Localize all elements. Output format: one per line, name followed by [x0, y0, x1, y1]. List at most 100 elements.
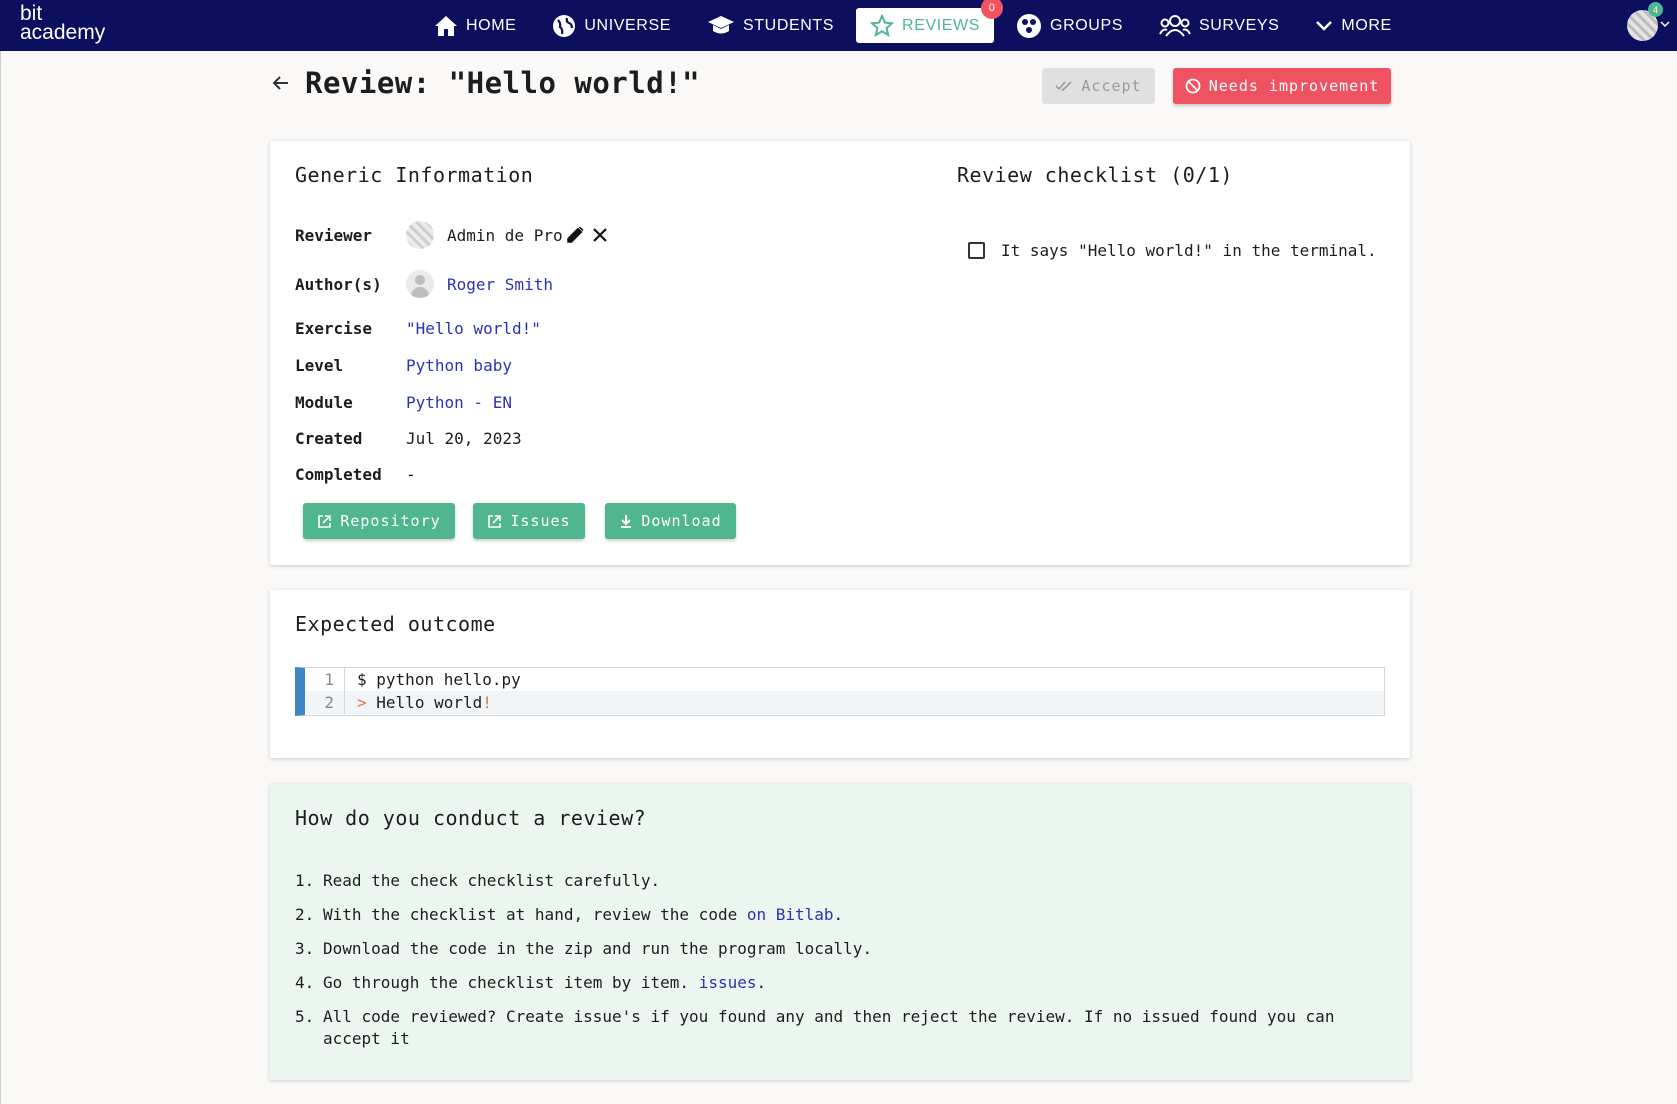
user-menu-chevron-icon[interactable]	[1660, 20, 1670, 28]
repository-button-label: Repository	[340, 512, 441, 530]
review-checklist-heading: Review checklist (0/1)	[957, 163, 1233, 187]
reviewer-row: Reviewer Admin de Pro	[295, 221, 609, 249]
groups-icon	[1017, 13, 1042, 38]
level-link[interactable]: Python baby	[406, 356, 512, 375]
step-number: 5.	[295, 1007, 315, 1026]
completed-row: Completed -	[295, 465, 416, 484]
checklist-item-label: It says "Hello world!" in the terminal.	[1001, 241, 1377, 260]
step-text-before: Go through the checklist item by item.	[323, 973, 699, 992]
created-row: Created Jul 20, 2023	[295, 429, 522, 448]
home-icon	[435, 15, 457, 36]
accept-button[interactable]: Accept	[1042, 68, 1155, 104]
nav-item-label: UNIVERSE	[584, 16, 672, 34]
nav-item-label: REVIEWS	[902, 16, 981, 34]
close-icon[interactable]	[591, 226, 609, 244]
step-number: 4.	[295, 973, 315, 992]
double-check-icon	[1055, 81, 1072, 92]
code-prefix: >	[357, 693, 367, 712]
checklist-checkbox[interactable]	[968, 242, 985, 259]
exercise-link[interactable]: "Hello world!"	[406, 319, 541, 338]
nav-item-label: STUDENTS	[743, 16, 835, 34]
how-to-review-heading: How do you conduct a review?	[295, 806, 647, 830]
step-text: Download the code in the zip and run the…	[323, 939, 873, 958]
expected-outcome-card: Expected outcome 1 $ python hello.py 2 >…	[270, 590, 1410, 758]
back-arrow-icon[interactable]	[272, 74, 290, 92]
brand-logo[interactable]: bit academy	[20, 3, 106, 44]
nav-item-reviews[interactable]: REVIEWS 0	[856, 0, 1004, 43]
accept-button-label: Accept	[1081, 77, 1142, 95]
exercise-label: Exercise	[295, 319, 373, 338]
block-icon	[1185, 78, 1201, 94]
step-number: 3.	[295, 939, 315, 958]
reviews-count-badge: 0	[981, 0, 1004, 19]
author-avatar	[406, 270, 434, 298]
module-label: Module	[295, 393, 353, 412]
external-link-icon	[318, 514, 332, 528]
nav-item-universe[interactable]: UNIVERSE	[538, 8, 685, 43]
completed-value: -	[406, 465, 416, 484]
nav-item-label: GROUPS	[1050, 16, 1123, 34]
nav-item-groups[interactable]: GROUPS	[1002, 8, 1137, 43]
nav-item-home[interactable]: HOME	[420, 8, 530, 43]
chevron-down-icon	[1316, 20, 1333, 31]
how-to-review-card: How do you conduct a review? 1. Read the…	[270, 784, 1410, 1080]
user-notification-badge: 4	[1648, 2, 1663, 17]
download-button[interactable]: Download	[605, 503, 736, 539]
code-line: 1 $ python hello.py	[305, 668, 1384, 691]
nav-item-label: SURVEYS	[1199, 16, 1280, 34]
repository-button[interactable]: Repository	[303, 503, 455, 539]
external-link-icon	[488, 514, 502, 528]
nav-item-more[interactable]: MORE	[1301, 8, 1405, 43]
module-link[interactable]: Python - EN	[406, 393, 512, 412]
nav-item-students[interactable]: STUDENTS	[693, 8, 848, 43]
checklist-item[interactable]: It says "Hello world!" in the terminal.	[968, 241, 1377, 260]
step-text: Go through the checklist item by item. i…	[323, 972, 766, 994]
list-item: 4. Go through the checklist item by item…	[295, 972, 1355, 994]
code-text: $ python hello.py	[345, 670, 521, 689]
exercise-row: Exercise "Hello world!"	[295, 319, 541, 338]
line-number: 2	[305, 691, 345, 714]
code-suffix: !	[482, 693, 492, 712]
reviewer-name: Admin de Pro	[447, 225, 563, 245]
reviewer-label: Reviewer	[295, 225, 373, 245]
page-title: Review: "Hello world!"	[305, 66, 701, 100]
nav-item-surveys[interactable]: SURVEYS	[1145, 8, 1293, 43]
brand-line-2: academy	[20, 21, 106, 44]
generic-information-card: Generic Information Reviewer Admin de Pr…	[270, 141, 1410, 565]
issues-button[interactable]: Issues	[473, 503, 585, 539]
bitlab-link[interactable]: on Bitlab	[747, 905, 834, 924]
step-number: 1.	[295, 871, 315, 890]
reviewer-avatar	[406, 221, 434, 249]
graduation-cap-icon	[708, 15, 735, 33]
step-text-after: .	[833, 905, 844, 924]
generic-information-heading: Generic Information	[295, 163, 534, 187]
code-content: python hello.py	[376, 670, 521, 689]
code-line: 2 > Hello world!	[305, 691, 1384, 714]
author-link[interactable]: Roger Smith	[447, 275, 553, 294]
completed-label: Completed	[295, 465, 382, 484]
list-item: 1. Read the check checklist carefully.	[295, 870, 1355, 892]
nav-menu: HOME UNIVERSE STUDENTS REVIEWS 0 GROUPS …	[420, 0, 1414, 51]
step-number: 2.	[295, 905, 315, 924]
nav-item-label: MORE	[1341, 16, 1392, 34]
step-text-before: With the checklist at hand, review the c…	[323, 905, 747, 924]
issues-link[interactable]: issues	[699, 973, 757, 992]
download-button-label: Download	[641, 512, 722, 530]
review-steps-list: 1. Read the check checklist carefully. 2…	[295, 870, 1355, 1062]
authors-label: Author(s)	[295, 274, 382, 294]
needs-improvement-button[interactable]: Needs improvement	[1173, 68, 1391, 104]
step-text: Read the check checklist carefully.	[323, 871, 661, 890]
line-number: 1	[305, 668, 345, 691]
code-block: 1 $ python hello.py 2 > Hello world!	[295, 667, 1385, 716]
edit-pencil-icon[interactable]	[565, 225, 585, 245]
globe-icon	[553, 14, 576, 37]
step-text-after: .	[756, 973, 767, 992]
list-item: 3. Download the code in the zip and run …	[295, 938, 1355, 960]
authors-row: Author(s) Roger Smith	[295, 270, 553, 298]
needs-improvement-label: Needs improvement	[1208, 77, 1380, 95]
code-prefix: $	[357, 670, 367, 689]
level-row: Level Python baby	[295, 356, 512, 375]
step-text: All code reviewed? Create issue's if you…	[323, 1007, 1335, 1048]
top-navbar: bit academy HOME UNIVERSE STUDENTS REVIE…	[0, 0, 1677, 51]
code-text: > Hello world!	[345, 693, 492, 712]
